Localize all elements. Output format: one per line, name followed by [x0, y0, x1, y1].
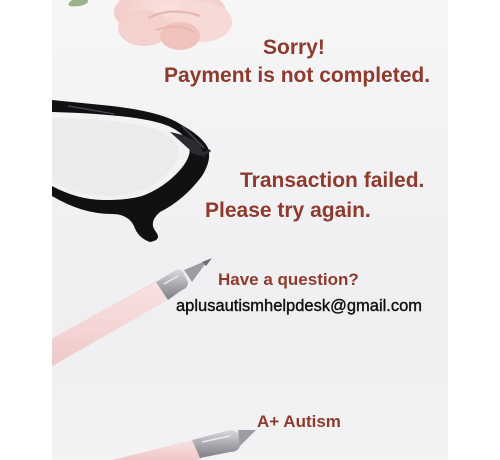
rose-image [68, 0, 232, 50]
organization-name: A+ Autism [257, 412, 341, 431]
retry-message: Please try again. [205, 199, 371, 222]
pen-image [112, 430, 256, 460]
support-email: aplusautismhelpdesk@gmail.com [176, 297, 423, 315]
error-title: Sorry! [263, 36, 325, 59]
failure-message: Transaction failed. [240, 169, 425, 192]
glasses-image [52, 100, 212, 242]
payment-failed-page: Sorry! Payment is not completed. Transac… [0, 0, 500, 460]
pen-image [52, 258, 212, 367]
error-subtitle: Payment is not completed. [164, 64, 431, 87]
question-heading: Have a question? [218, 270, 359, 289]
